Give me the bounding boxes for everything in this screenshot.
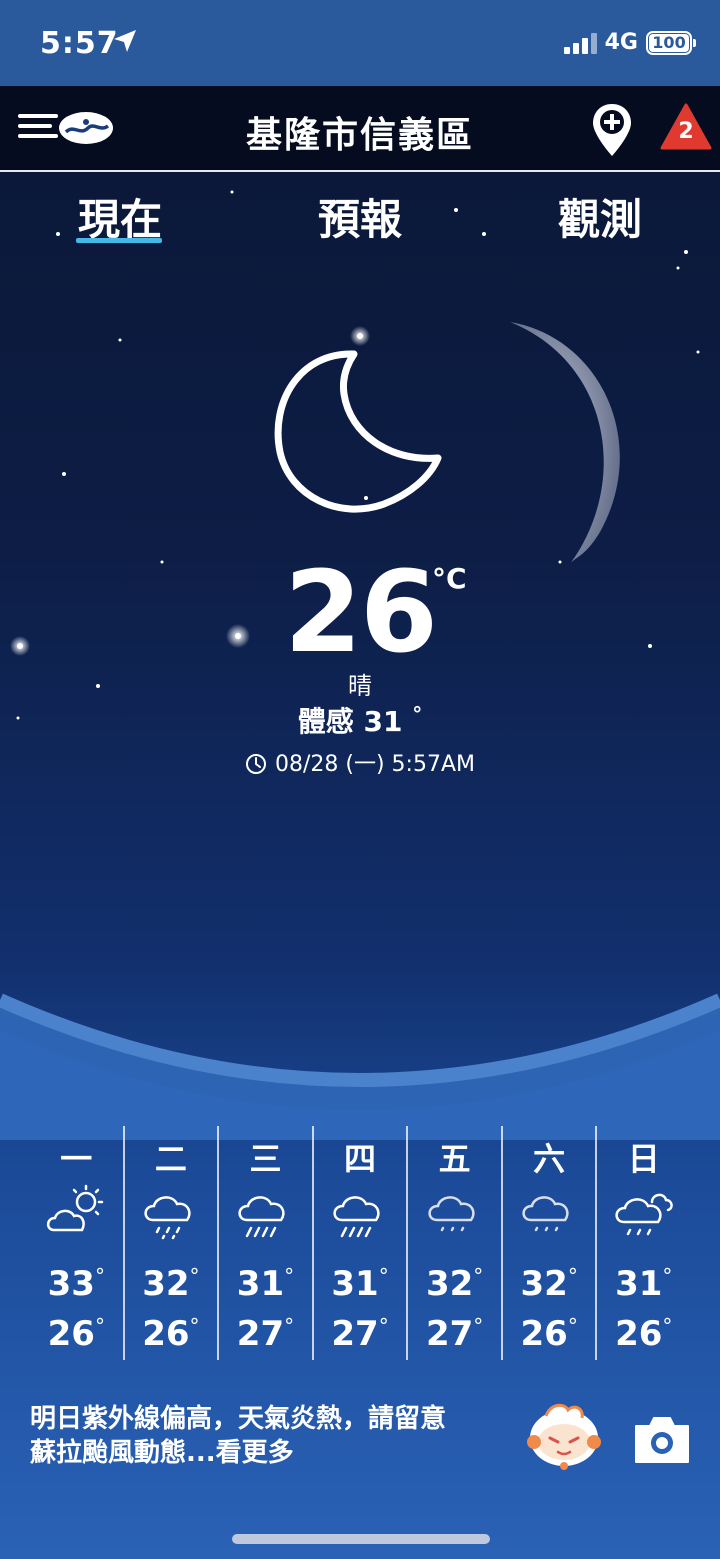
- temperature-unit: °C: [432, 562, 467, 595]
- heavy-rain-icon: [238, 1196, 286, 1238]
- day-name: 一: [60, 1140, 93, 1178]
- forecast-day[interactable]: 二 32° 26°: [122, 1126, 218, 1360]
- location-arrow-icon: [114, 30, 136, 52]
- day-name: 五: [438, 1140, 471, 1178]
- app-header: 基隆市信義區 2: [0, 86, 720, 172]
- rain-cloud-icon: [144, 1196, 191, 1240]
- low-temp: 27: [236, 1314, 285, 1354]
- current-condition: 晴: [348, 672, 372, 700]
- status-bar: 5:57 4G 100: [0, 0, 720, 86]
- camera-icon[interactable]: [632, 1412, 692, 1466]
- high-temp: 32: [142, 1264, 190, 1304]
- day-name: 二: [154, 1140, 187, 1178]
- battery-icon: 100: [646, 30, 696, 55]
- high-temp: 31: [615, 1264, 663, 1304]
- light-rain-icon: [522, 1196, 569, 1232]
- low-temp: 26: [47, 1314, 95, 1354]
- forecast-day[interactable]: 五 32° 27°: [406, 1126, 501, 1360]
- weather-alert-button[interactable]: 2: [660, 102, 712, 152]
- day-name: 六: [533, 1140, 566, 1178]
- high-temp: 32: [425, 1264, 474, 1304]
- high-temp: 33: [47, 1264, 95, 1304]
- light-rain-icon: [427, 1196, 475, 1232]
- network-type: 4G: [604, 30, 638, 55]
- forecast-day[interactable]: 三 31° 27°: [217, 1126, 312, 1360]
- day-name: 三: [249, 1140, 282, 1178]
- mascot-icon[interactable]: [524, 1398, 604, 1472]
- low-temp: 27: [331, 1314, 379, 1354]
- tab-observation[interactable]: 觀測: [530, 186, 670, 247]
- heavy-rain-icon: [333, 1196, 380, 1238]
- horizon-arc: [0, 993, 720, 1140]
- alert-count: 2: [678, 119, 694, 144]
- notice-line-1: 明日紫外線偏高，天氣炎熱，請留意: [30, 1404, 447, 1434]
- low-temp: 27: [425, 1314, 474, 1354]
- low-temp: 26: [615, 1314, 663, 1354]
- update-time: 08/28 (一) 5:57AM: [0, 746, 720, 778]
- current-temperature: 26: [284, 548, 438, 678]
- low-temp: 26: [520, 1314, 568, 1354]
- low-temp: 26: [142, 1314, 190, 1354]
- high-temp: 32: [520, 1264, 568, 1304]
- update-time-text: 08/28 (一) 5:57AM: [275, 752, 475, 777]
- crescent-moon-photo: [510, 322, 620, 564]
- feels-like-value: 體感 31: [297, 705, 403, 738]
- status-time: 5:57: [40, 26, 119, 61]
- day-name: 日: [627, 1140, 660, 1178]
- clock-icon: [246, 754, 266, 774]
- tab-forecast[interactable]: 預報: [290, 186, 430, 247]
- forecast-day[interactable]: 一 33° 26°: [30, 1126, 123, 1360]
- add-location-icon[interactable]: [590, 102, 634, 160]
- day-name: 四: [344, 1140, 377, 1178]
- weather-notice[interactable]: 明日紫外線偏高，天氣炎熱，請留意 蘇拉颱風動態...看更多: [30, 1402, 530, 1470]
- feels-like: 體感 31 °: [0, 700, 720, 740]
- high-temp: 31: [236, 1264, 285, 1304]
- home-indicator[interactable]: [232, 1534, 490, 1544]
- current-temperature-block: 26 °C: [0, 548, 720, 678]
- battery-level: 100: [649, 33, 689, 52]
- forecast-day[interactable]: 日 31° 26°: [595, 1126, 690, 1360]
- forecast-day[interactable]: 四 31° 27°: [311, 1126, 407, 1360]
- feels-like-degree: °: [412, 702, 423, 726]
- active-tab-indicator: [76, 238, 162, 243]
- forecast-day[interactable]: 六 32° 26°: [500, 1126, 596, 1360]
- tab-bar: 現在 預報 觀測: [0, 180, 720, 250]
- high-temp: 31: [331, 1264, 379, 1304]
- signal-icon: [563, 32, 597, 54]
- weekly-forecast[interactable]: 一 33° 26° 二 32° 26° 三 31° 27° 四 31° 27° …: [30, 1126, 690, 1360]
- weather-app-screen: 5:57 4G 100 基隆市信義區 2 現在 預報 觀測 26 °C 晴 體感…: [0, 0, 720, 1559]
- night-moon-icon: [274, 350, 442, 513]
- cloud-rain-icon: [615, 1193, 673, 1236]
- notice-line-2[interactable]: 蘇拉颱風動態...看更多: [30, 1436, 530, 1470]
- partly-sunny-icon: [47, 1184, 104, 1232]
